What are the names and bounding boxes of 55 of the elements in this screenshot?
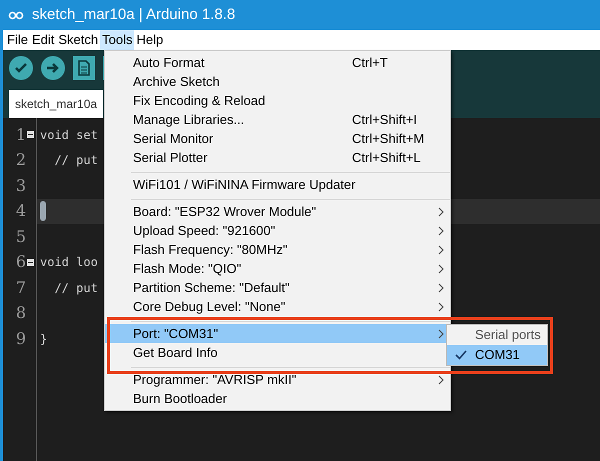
shortcut-text: Ctrl+Shift+I [352, 110, 418, 129]
text-cursor [40, 201, 46, 222]
chevron-right-icon [438, 328, 444, 338]
menu-item[interactable]: Partition Scheme: "Default" [105, 278, 450, 297]
document-icon [78, 60, 90, 76]
menu-item[interactable]: Upload Speed: "921600" [105, 221, 450, 240]
submenu-header: Serial ports [474, 326, 542, 344]
line-number: 4 [16, 200, 26, 222]
menu-bar-item[interactable]: Help [134, 30, 166, 50]
chevron-right-icon [438, 374, 444, 384]
menu-item[interactable]: WiFi101 / WiFiNINA Firmware Updater [105, 175, 450, 194]
menu-item[interactable]: Fix Encoding & Reload [105, 91, 450, 110]
menu-bar-item[interactable]: Sketch [56, 30, 100, 50]
line-number: 7 [16, 276, 26, 299]
menu-item[interactable]: Flash Mode: "QIO" [105, 259, 450, 278]
menu-item[interactable]: Programmer: "AVRISP mkII" [105, 370, 450, 389]
line-number: 9 [16, 328, 26, 350]
code-text: void set [40, 126, 98, 144]
fold-icon[interactable] [27, 131, 34, 138]
menu-item[interactable]: Archive Sketch [105, 72, 450, 91]
code-text: // put [53, 280, 98, 297]
menu-item[interactable]: Burn Bootloader [105, 389, 450, 408]
line-number: 1 [16, 124, 26, 146]
menu-item[interactable]: Auto Format Ctrl+T [105, 53, 450, 72]
window-title: sketch_mar10a | Arduino 1.8.8 [32, 4, 236, 25]
menu-bar-item[interactable]: Tools [100, 30, 134, 50]
sketch-tab[interactable]: sketch_mar10a [9, 90, 104, 118]
port-item[interactable]: COM31 [447, 345, 547, 365]
arrow-right-icon [46, 61, 60, 75]
shortcut-text: Ctrl+Shift+L [352, 148, 422, 167]
shortcut-text: Ctrl+T [352, 54, 389, 72]
code-text: } [40, 330, 48, 348]
menu-item[interactable]: Serial Monitor Ctrl+Shift+M [105, 129, 450, 148]
infinity-icon [8, 10, 24, 20]
menu-item[interactable]: Core Debug Level: "None" [105, 297, 450, 316]
shortcut-text: Ctrl+Shift+M [352, 130, 426, 148]
line-number: 6 [16, 251, 26, 274]
menu-item[interactable]: Serial Plotter Ctrl+Shift+L [105, 148, 450, 167]
line-number: 2 [16, 149, 26, 172]
line-number: 3 [16, 174, 26, 197]
line-number: 5 [16, 226, 26, 248]
upload-button[interactable] [41, 56, 65, 80]
menu-item[interactable]: Board: "ESP32 Wrover Module" [105, 202, 450, 221]
new-button[interactable] [73, 56, 95, 80]
menu-item[interactable]: Manage Libraries... Ctrl+Shift+I [105, 110, 450, 129]
menu-item[interactable]: Get Board Info [105, 343, 450, 362]
verify-button[interactable] [9, 56, 33, 80]
fold-icon[interactable] [27, 258, 34, 266]
menu-item[interactable]: Flash Frequency: "80MHz" [105, 240, 450, 259]
check-icon [14, 61, 28, 75]
line-number: 8 [16, 302, 26, 324]
code-text: void loo [40, 254, 98, 272]
code-text: // put [53, 152, 98, 170]
menu-bar-item[interactable]: Edit [30, 30, 56, 50]
menu-bar-item[interactable]: File [5, 30, 30, 50]
